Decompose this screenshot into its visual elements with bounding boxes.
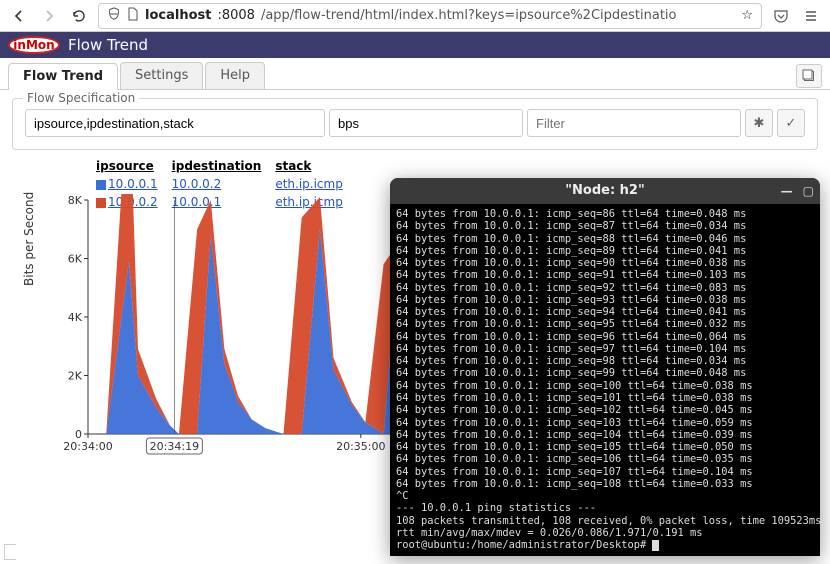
minimize-icon[interactable]: — bbox=[781, 184, 793, 198]
reload-button[interactable] bbox=[68, 5, 90, 27]
browser-toolbar: localhost :8008/app/flow-trend/html/index… bbox=[0, 0, 830, 32]
terminal-body[interactable]: 64 bytes from 10.0.0.1: icmp_seq=86 ttl=… bbox=[390, 204, 820, 555]
svg-text:6K: 6K bbox=[68, 253, 83, 266]
svg-text:20:34:00: 20:34:00 bbox=[63, 440, 112, 453]
legend-ipsource-link[interactable]: 10.0.0.1 bbox=[108, 177, 158, 191]
flow-spec-legend: Flow Specification bbox=[23, 91, 139, 105]
bookmark-star-icon[interactable]: ☆ bbox=[741, 8, 753, 23]
tab-settings[interactable]: Settings bbox=[120, 62, 203, 89]
terminal-window[interactable]: "Node: h2" — ▢ 64 bytes from 10.0.0.1: i… bbox=[390, 178, 820, 556]
tabs-bar: Flow Trend Settings Help bbox=[0, 58, 830, 90]
app-header: inMon Flow Trend bbox=[0, 32, 830, 58]
shield-icon bbox=[107, 7, 121, 25]
page-icon bbox=[127, 7, 139, 25]
url-path: /app/flow-trend/html/index.html?keys=ips… bbox=[261, 8, 677, 23]
legend-row: 10.0.0.1 10.0.0.2 eth.ip.icmp bbox=[92, 176, 351, 192]
terminal-titlebar[interactable]: "Node: h2" — ▢ bbox=[390, 178, 820, 204]
flow-specification-panel: Flow Specification ✱ ✓ bbox=[12, 98, 818, 150]
legend-col-stack: stack bbox=[271, 158, 351, 174]
legend-col-ipsource: ipsource bbox=[92, 158, 166, 174]
tab-flow-trend[interactable]: Flow Trend bbox=[8, 63, 118, 90]
svg-text:2K: 2K bbox=[68, 370, 83, 383]
filter-input[interactable] bbox=[527, 109, 741, 137]
legend-stack-link[interactable]: eth.ip.icmp bbox=[275, 177, 343, 191]
check-icon: ✓ bbox=[786, 116, 797, 131]
forward-button[interactable] bbox=[38, 5, 60, 27]
svg-text:4K: 4K bbox=[68, 311, 83, 324]
url-host: localhost bbox=[145, 8, 211, 23]
terminal-title-text: "Node: h2" bbox=[565, 183, 645, 198]
legend-col-ipdestination: ipdestination bbox=[168, 158, 270, 174]
pocket-icon[interactable] bbox=[770, 5, 792, 27]
popout-button[interactable] bbox=[796, 64, 822, 88]
svg-text:20:34:19: 20:34:19 bbox=[150, 440, 199, 453]
app-title: Flow Trend bbox=[68, 36, 148, 54]
svg-text:8K: 8K bbox=[68, 194, 83, 207]
url-port: :8008 bbox=[217, 8, 254, 23]
submit-button[interactable]: ✓ bbox=[777, 109, 805, 137]
inmon-logo: inMon bbox=[8, 36, 60, 54]
keys-input[interactable] bbox=[25, 109, 325, 137]
maximize-icon[interactable]: ▢ bbox=[803, 184, 814, 198]
svg-text:20:35:00: 20:35:00 bbox=[336, 440, 385, 453]
back-button[interactable] bbox=[8, 5, 30, 27]
legend-ipdest-link[interactable]: 10.0.0.2 bbox=[172, 177, 222, 191]
status-corner bbox=[4, 544, 16, 560]
gear-button[interactable]: ✱ bbox=[745, 109, 773, 137]
tab-help[interactable]: Help bbox=[205, 62, 265, 89]
y-axis-label: Bits per Second bbox=[22, 192, 36, 286]
address-bar[interactable]: localhost :8008/app/flow-trend/html/index… bbox=[98, 3, 762, 29]
value-input[interactable] bbox=[329, 109, 523, 137]
menu-button[interactable] bbox=[800, 5, 822, 27]
gear-icon: ✱ bbox=[754, 116, 765, 131]
